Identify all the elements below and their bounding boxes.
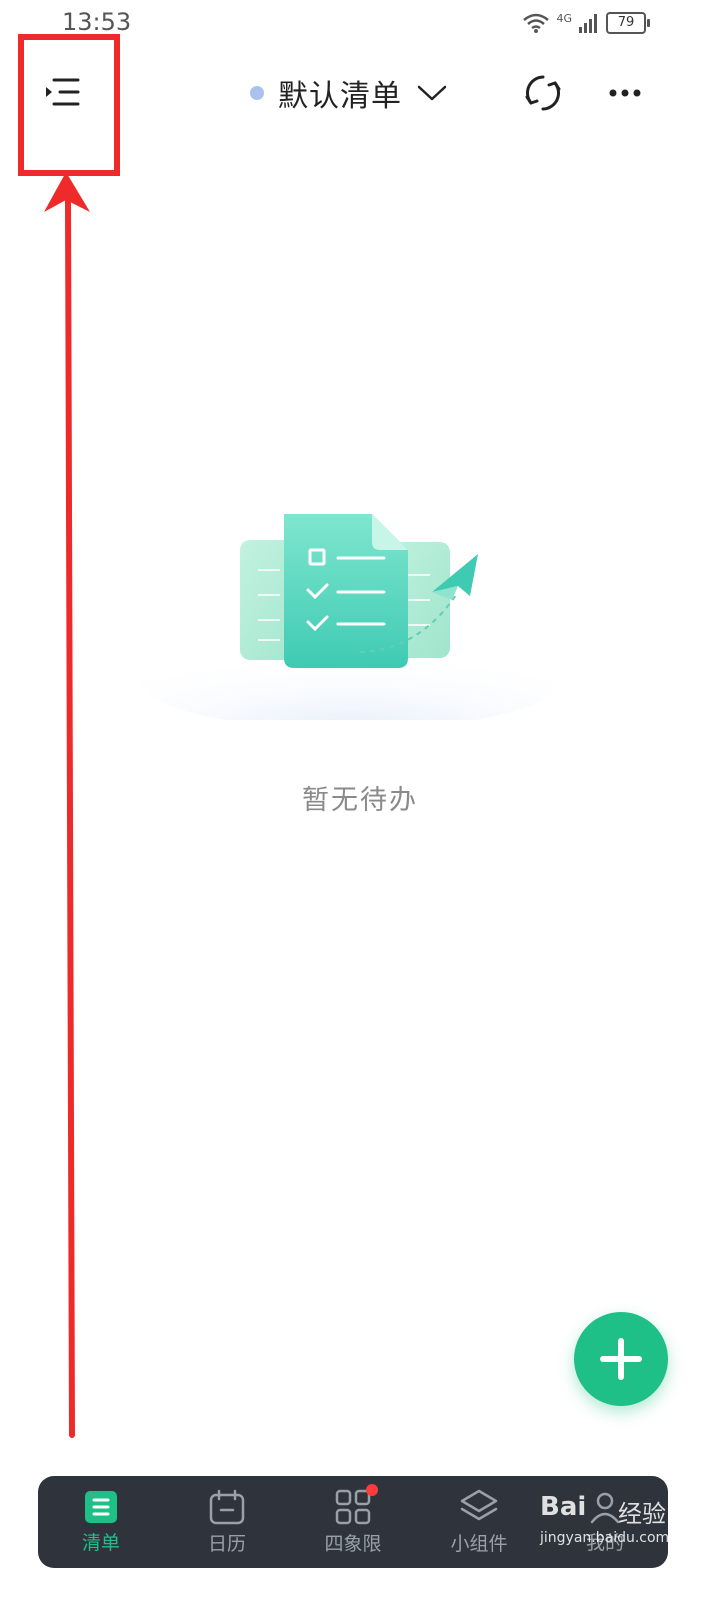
watermark-brand-suffix: 经验 <box>618 1500 666 1528</box>
network-label: 4G <box>556 12 572 25</box>
todo-list-illustration <box>140 514 560 720</box>
battery-icon: 79 <box>606 12 650 34</box>
chevron-down-icon <box>417 85 447 101</box>
plus-icon <box>600 1338 642 1380</box>
status-icons: 4G 79 <box>522 12 650 34</box>
sync-icon <box>525 75 561 111</box>
calendar-icon <box>209 1489 245 1524</box>
nav-label-widget: 小组件 <box>450 1532 508 1555</box>
more-button[interactable] <box>600 68 650 118</box>
annotation-highlight-box <box>18 34 120 176</box>
add-task-button[interactable] <box>574 1312 668 1406</box>
nav-item-widget[interactable]: 小组件 <box>416 1476 542 1568</box>
watermark-url: jingyan.baidu.com <box>540 1530 670 1546</box>
list-color-dot <box>250 86 264 100</box>
sync-button[interactable] <box>518 68 568 118</box>
wifi-icon <box>523 13 550 33</box>
battery-level: 79 <box>617 15 635 30</box>
signal-icon <box>579 14 597 33</box>
baidu-jingyan-watermark: Bai 经验 jingyan.baidu.com <box>540 1492 710 1562</box>
status-time: 13:53 <box>62 8 132 36</box>
nav-label-calendar: 日历 <box>207 1532 246 1555</box>
nav-item-list[interactable]: 清单 <box>38 1476 164 1568</box>
quadrant-icon <box>335 1489 371 1524</box>
more-icon <box>609 89 641 97</box>
list-selector[interactable]: 默认清单 <box>250 68 448 118</box>
notification-badge <box>366 1484 378 1496</box>
list-title: 默认清单 <box>278 79 402 114</box>
nav-label-list: 清单 <box>81 1531 120 1554</box>
watermark-brand: Bai <box>540 1492 587 1522</box>
empty-state-text: 暂无待办 <box>302 785 418 816</box>
list-icon <box>85 1490 117 1523</box>
nav-label-quadrant: 四象限 <box>324 1532 382 1555</box>
nav-item-quadrant[interactable]: 四象限 <box>290 1476 416 1568</box>
widget-icon <box>460 1489 498 1520</box>
nav-item-calendar[interactable]: 日历 <box>164 1476 290 1568</box>
